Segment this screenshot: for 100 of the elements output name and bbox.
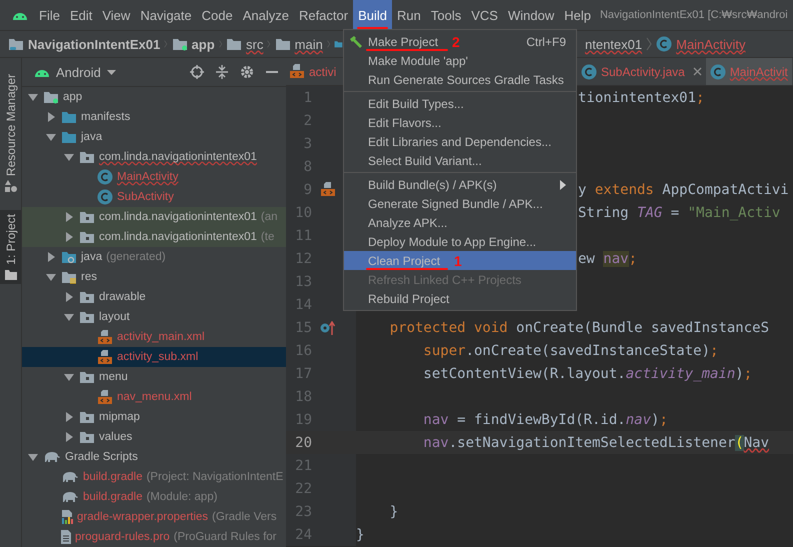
line-number: 20 [294,434,312,450]
properties-file-icon [61,510,73,524]
tree-item[interactable]: drawable [22,287,286,307]
expanded-arrow-icon[interactable] [64,312,74,322]
class-icon [581,64,597,80]
dropdown-option[interactable]: Rebuild Project [344,289,576,308]
dropdown-option[interactable]: Make Module 'app' [344,51,576,70]
collapsed-arrow-icon[interactable] [64,212,74,222]
expanded-arrow-icon[interactable] [46,132,56,142]
folder-icon [79,210,95,224]
folder-icon [79,310,95,324]
tree-item[interactable]: manifests [22,107,286,127]
expanded-arrow-icon[interactable] [28,92,38,102]
folder-icon [172,37,188,51]
tree-item[interactable]: app [22,87,286,107]
code-line: nav.setNavigationItemSelectedListener(Nav [422,434,770,450]
folder-icon [79,150,95,164]
menu-bar-item[interactable]: VCS [466,0,503,30]
tree-item[interactable]: com.linda.navigationintentex01 (te [22,227,286,247]
folder-icon [4,268,16,280]
settings-icon[interactable] [240,65,254,79]
close-icon[interactable] [692,67,702,76]
collapse-icon[interactable] [216,65,228,79]
menu-bar-item[interactable]: Build [353,0,392,30]
tree-item[interactable]: java (generated) [22,247,286,267]
collapsed-arrow-icon[interactable] [64,412,74,422]
expanded-arrow-icon[interactable] [46,272,56,282]
dropdown-option[interactable]: Select Build Variant... [344,151,576,170]
dropdown-option[interactable]: Edit Flavors... [344,113,576,132]
collapsed-arrow-icon[interactable] [64,432,74,442]
folder-icon [61,250,77,264]
expanded-arrow-icon[interactable] [28,452,38,462]
dropdown-option[interactable]: Build Bundle(s) / APK(s) [344,175,576,194]
dropdown-option[interactable]: Analyze APK... [344,213,576,232]
menu-bar-item[interactable]: Run [392,0,426,30]
override-icon[interactable] [320,320,336,334]
class-icon [656,36,672,52]
folder-icon [43,90,59,104]
tree-item[interactable]: java [22,127,286,147]
collapsed-arrow-icon[interactable] [64,292,74,302]
expanded-arrow-icon[interactable] [64,152,74,162]
menu-bar-item[interactable]: Help [559,0,596,30]
tree-item[interactable]: activity_sub.xml [22,347,286,367]
tree-item[interactable]: mipmap [22,407,286,427]
menu-bar-item[interactable]: File [34,0,65,30]
annotation-number: 2 [452,34,460,48]
dropdown-option[interactable]: Deploy Module to App Engine... [344,232,576,251]
dropdown-option[interactable]: Make Project 2 Ctrl+F9 [344,32,576,51]
view-dropdown[interactable]: Android [34,64,116,80]
collapsed-arrow-icon[interactable] [46,112,56,122]
code-line: ew nav; [578,250,638,266]
collapsed-arrow-icon[interactable] [64,232,74,242]
tree-item[interactable]: com.linda.navigationintentex01 (an [22,207,286,227]
annotation-number: 1 [454,254,462,268]
code-line: nav = findViewById(R.id.nav); [422,412,668,428]
elephant-icon [43,452,61,462]
locate-icon[interactable] [190,65,204,79]
xml-file-icon [289,64,305,79]
class-icon [97,189,113,205]
folder-icon [8,37,24,51]
xml-file-icon [97,330,113,344]
menu-bar-item[interactable]: Refactor [294,0,354,30]
collapsed-arrow-icon[interactable] [46,252,56,262]
menu-bar-item[interactable]: Analyze [238,0,294,30]
folder-icon [79,290,95,304]
tree-item[interactable]: com.linda.navigationintentex01 [22,147,286,167]
code-line: } [388,504,398,520]
menu-bar-item[interactable]: Navigate [135,0,197,30]
elephant-icon [61,492,79,502]
breadcrumb-item[interactable]: ntentex01 [585,36,642,52]
dropdown-option[interactable]: Run Generate Sources Gradle Tasks [344,70,576,89]
tree-item[interactable]: Gradle Scripts [22,447,286,467]
text-file-icon [61,530,71,544]
tree-item[interactable]: menu [22,367,286,387]
dropdown-option[interactable]: Edit Libraries and Dependencies... [344,132,576,151]
breadcrumb-item[interactable]: NavigationIntentEx01 [8,36,160,52]
xml-file-icon [97,350,113,364]
folder-icon [61,110,77,124]
expanded-arrow-icon[interactable] [64,372,74,382]
breadcrumb-item[interactable]: src [226,36,264,52]
code-line: y extends AppCompatActivi [578,182,789,198]
dropdown-option[interactable]: Edit Build Types... [344,94,576,113]
tool-window-button[interactable]: 1: Project [0,210,21,284]
class-icon [97,169,113,185]
elephant-icon [61,472,79,482]
folder-icon [61,270,77,284]
tree-item[interactable]: layout [22,307,286,327]
code-line: setContentView(R.layout.activity_main); [422,366,752,382]
breadcrumb-item[interactable]: main [274,36,323,52]
breadcrumb-item[interactable]: app [172,36,215,52]
menu-bar-item[interactable]: View [97,0,136,30]
menu-bar-item[interactable]: Tools [426,0,466,30]
tool-window-button[interactable]: Resource Manager [0,70,21,196]
menu-bar-item[interactable]: Code [196,0,238,30]
dropdown-option[interactable]: Generate Signed Bundle / APK... [344,194,576,213]
menu-bar-item[interactable]: Window [502,0,560,30]
folder-icon [274,37,291,51]
menu-bar-item[interactable]: Edit [64,0,98,30]
tree-item[interactable]: res [22,267,286,287]
tree-item[interactable]: values [22,427,286,447]
